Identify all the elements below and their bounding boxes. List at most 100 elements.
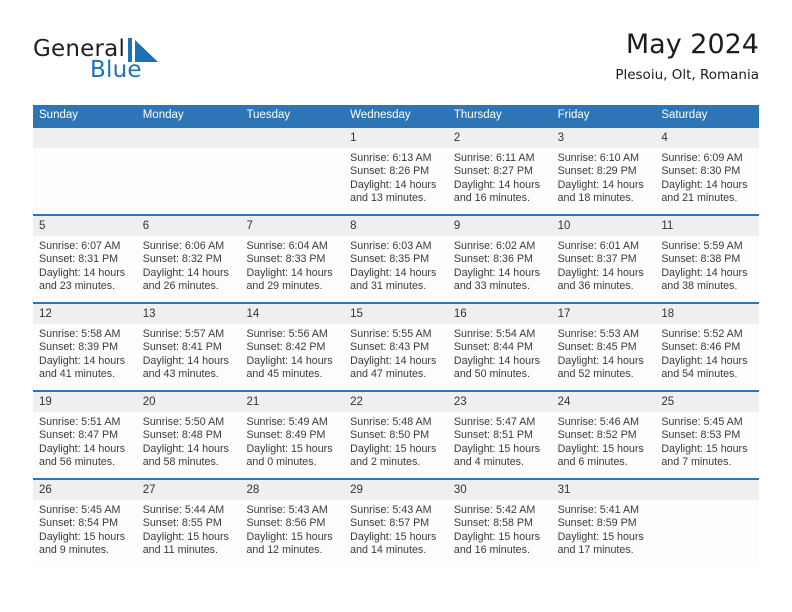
day-info-line: Daylight: 14 hours [557,354,644,367]
day-info-line: Sunset: 8:49 PM [246,429,326,442]
calendar-day-cell-5[interactable]: 5 Sunrise: 6:07 AM Sunset: 8:31 PM Daylight… [33,216,137,302]
day-sun-info: Sunrise: 5:53 AM Sunset: 8:45 PM Daylight:… [552,324,656,390]
day-sun-info: Sunrise: 5:43 AM Sunset: 8:57 PM Daylight:… [344,500,448,566]
day-number: 19 [33,392,137,412]
day-info-line: Sunrise: 6:01 AM [557,240,639,252]
day-info-line: Sunrise: 6:06 AM [142,240,225,252]
calendar-day-cell-6[interactable]: 6 Sunrise: 6:06 AM Sunset: 8:32 PM Daylight… [136,216,241,302]
day-number: 16 [447,304,552,324]
day-number: 30 [447,480,552,500]
day-number: 10 [551,216,656,236]
day-number: 8 [344,216,448,236]
calendar-day-cell-18[interactable]: 18 Sunrise: 5:52 AM Sunset: 8:46 PM Dayligh… [655,304,760,390]
day-sun-info: Sunrise: 5:55 AM Sunset: 8:43 PM Daylight:… [344,324,448,390]
calendar-day-cell-3[interactable]: 3 Sunrise: 6:10 AM Sunset: 8:29 PM Daylight… [551,128,656,214]
day-info-line: Sunset: 8:57 PM [350,517,430,530]
day-info-line: Sunrise: 5:55 AM [350,328,432,340]
calendar-day-cell-empty [136,128,241,214]
day-info-line: and 31 minutes. [350,279,427,292]
day-sun-info: Sunrise: 5:42 AM Sunset: 8:58 PM Daylight:… [448,500,552,566]
day-sun-info: Sunrise: 5:54 AM Sunset: 8:44 PM Daylight:… [448,324,552,390]
day-info-line: and 2 minutes. [350,455,421,468]
day-sun-info: Sunrise: 5:45 AM Sunset: 8:53 PM Daylight:… [655,412,759,478]
calendar-day-cell-16[interactable]: 16 Sunrise: 5:54 AM Sunset: 8:44 PM Dayligh… [447,304,552,390]
day-info-line: Daylight: 15 hours [246,442,333,455]
day-info-line: Sunrise: 5:45 AM [39,504,121,516]
calendar-day-cell-29[interactable]: 29 Sunrise: 5:43 AM Sunset: 8:57 PM Dayligh… [344,480,448,566]
day-info-line: Sunrise: 5:57 AM [142,328,225,340]
brand-logo[interactable]: General Blue [33,36,233,92]
day-info-line: and 17 minutes. [557,543,634,556]
calendar-week-row: 1 Sunrise: 6:13 AM Sunset: 8:26 PM Daylight… [33,126,760,214]
calendar-day-cell-20[interactable]: 20 Sunrise: 5:50 AM Sunset: 8:48 PM Dayligh… [136,392,241,478]
day-number [33,128,137,148]
day-info-line: and 12 minutes. [246,543,323,556]
calendar-day-cell-2[interactable]: 2 Sunrise: 6:11 AM Sunset: 8:27 PM Daylight… [447,128,552,214]
day-info-line: Daylight: 14 hours [453,266,541,279]
calendar-day-cell-24[interactable]: 24 Sunrise: 5:46 AM Sunset: 8:52 PM Dayligh… [551,392,656,478]
day-sun-info: Sunrise: 5:57 AM Sunset: 8:41 PM Daylight:… [137,324,241,390]
weekday-header-sunday: Sunday [39,109,79,121]
weekday-header-wednesday: Wednesday [350,109,411,121]
calendar-day-cell-13[interactable]: 13 Sunrise: 5:57 AM Sunset: 8:41 PM Dayligh… [136,304,241,390]
calendar-day-cell-19[interactable]: 19 Sunrise: 5:51 AM Sunset: 8:47 PM Dayligh… [33,392,137,478]
day-number: 14 [240,304,345,324]
page-header: General Blue May 2024 Plesoiu, Olt, Roma… [33,28,759,98]
day-info-line: Daylight: 15 hours [453,442,541,455]
day-number: 7 [240,216,345,236]
calendar-day-cell-15[interactable]: 15 Sunrise: 5:55 AM Sunset: 8:43 PM Dayligh… [344,304,448,390]
day-sun-info: Sunrise: 6:06 AM Sunset: 8:32 PM Daylight:… [137,236,241,302]
day-info-line: Daylight: 14 hours [661,178,748,191]
day-number: 9 [447,216,552,236]
day-number: 15 [344,304,448,324]
calendar-grid: Sunday Monday Tuesday Wednesday Thursday Frid… [33,105,760,566]
day-sun-info: Sunrise: 5:41 AM Sunset: 8:59 PM Daylight:… [552,500,656,566]
calendar-day-cell-1[interactable]: 1 Sunrise: 6:13 AM Sunset: 8:26 PM Daylight… [344,128,448,214]
calendar-day-cell-12[interactable]: 12 Sunrise: 5:58 AM Sunset: 8:39 PM Dayligh… [33,304,137,390]
day-info-line: and 43 minutes. [142,367,219,380]
calendar-day-cell-4[interactable]: 4 Sunrise: 6:09 AM Sunset: 8:30 PM Daylight… [655,128,760,214]
day-info-line: Sunrise: 6:10 AM [557,152,639,164]
day-info-line: and 0 minutes. [246,455,317,468]
weekday-header-monday: Monday [142,109,184,121]
calendar-day-cell-9[interactable]: 9 Sunrise: 6:02 AM Sunset: 8:36 PM Daylight… [447,216,552,302]
day-info-line: and 4 minutes. [453,455,524,468]
calendar-day-cell-8[interactable]: 8 Sunrise: 6:03 AM Sunset: 8:35 PM Daylight… [344,216,448,302]
calendar-day-cell-7[interactable]: 7 Sunrise: 6:04 AM Sunset: 8:33 PM Daylight… [240,216,345,302]
calendar-day-cell-21[interactable]: 21 Sunrise: 5:49 AM Sunset: 8:49 PM Dayligh… [240,392,345,478]
day-info-line: Sunset: 8:51 PM [453,429,533,442]
calendar-day-cell-26[interactable]: 26 Sunrise: 5:45 AM Sunset: 8:54 PM Dayligh… [33,480,137,566]
day-info-line: Daylight: 15 hours [661,442,748,455]
day-number [655,480,760,500]
day-info-line: Daylight: 14 hours [350,178,437,191]
calendar-day-cell-23[interactable]: 23 Sunrise: 5:47 AM Sunset: 8:51 PM Dayligh… [447,392,552,478]
day-number: 3 [551,128,656,148]
calendar-day-cell-17[interactable]: 17 Sunrise: 5:53 AM Sunset: 8:45 PM Dayligh… [551,304,656,390]
day-info-line: and 7 minutes. [661,455,732,468]
calendar-day-cell-28[interactable]: 28 Sunrise: 5:43 AM Sunset: 8:56 PM Dayligh… [240,480,345,566]
calendar-day-cell-14[interactable]: 14 Sunrise: 5:56 AM Sunset: 8:42 PM Dayligh… [240,304,345,390]
day-info-line: Sunrise: 5:43 AM [246,504,328,516]
day-info-line: Daylight: 14 hours [142,354,229,367]
day-sun-info: Sunrise: 5:59 AM Sunset: 8:38 PM Daylight:… [655,236,759,302]
day-info-line: Sunset: 8:43 PM [350,341,430,354]
day-number: 20 [136,392,241,412]
day-info-line: Daylight: 14 hours [350,266,437,279]
calendar-day-cell-25[interactable]: 25 Sunrise: 5:45 AM Sunset: 8:53 PM Dayligh… [655,392,760,478]
day-sun-info: Sunrise: 5:49 AM Sunset: 8:49 PM Daylight:… [240,412,344,478]
day-sun-info: Sunrise: 5:52 AM Sunset: 8:46 PM Daylight:… [655,324,759,390]
title-block: May 2024 Plesoiu, Olt, Romania [615,28,759,84]
calendar-day-cell-10[interactable]: 10 Sunrise: 6:01 AM Sunset: 8:37 PM Dayligh… [551,216,656,302]
day-sun-info: Sunrise: 6:07 AM Sunset: 8:31 PM Daylight:… [33,236,137,302]
calendar-day-cell-22[interactable]: 22 Sunrise: 5:48 AM Sunset: 8:50 PM Dayligh… [344,392,448,478]
calendar-day-cell-27[interactable]: 27 Sunrise: 5:44 AM Sunset: 8:55 PM Dayligh… [136,480,241,566]
day-info-line: and 11 minutes. [142,543,218,556]
calendar-day-cell-31[interactable]: 31 Sunrise: 5:41 AM Sunset: 8:59 PM Dayligh… [551,480,656,566]
calendar-day-cell-11[interactable]: 11 Sunrise: 5:59 AM Sunset: 8:38 PM Dayligh… [655,216,760,302]
calendar-day-cell-30[interactable]: 30 Sunrise: 5:42 AM Sunset: 8:58 PM Dayligh… [447,480,552,566]
day-info-line: and 41 minutes. [39,367,116,380]
day-info-line: Sunset: 8:31 PM [39,253,119,266]
day-info-line: Sunrise: 6:07 AM [39,240,121,252]
day-sun-info: Sunrise: 6:11 AM Sunset: 8:27 PM Daylight:… [448,148,552,214]
day-info-line: Daylight: 15 hours [557,442,644,455]
